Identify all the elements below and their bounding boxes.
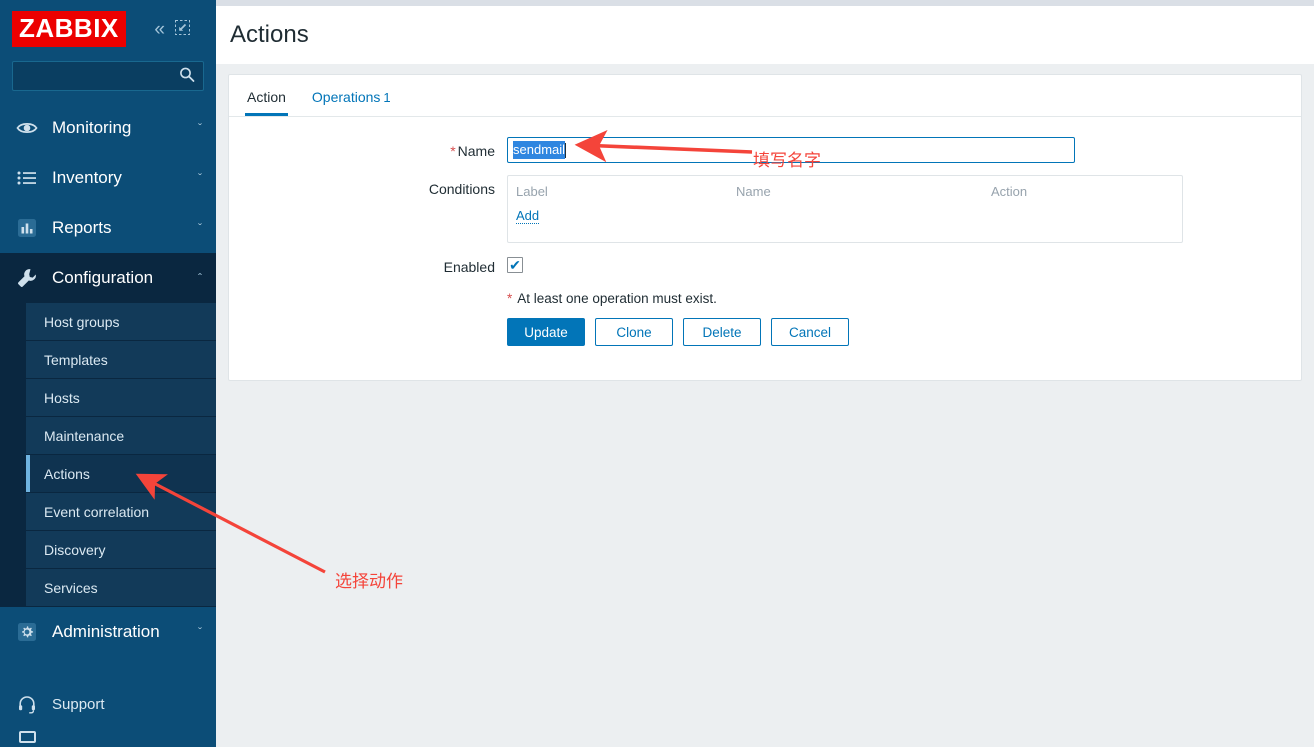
sidebar-item-inventory[interactable]: Inventory ˇ [0,153,216,203]
tab-count-badge: 1 [383,90,391,105]
sidebar-subitem-label: Discovery [44,541,106,558]
wrench-icon [14,267,40,289]
sidebar-item-label: Support [52,695,105,713]
sidebar-subitem-label: Templates [44,351,108,368]
sidebar-item-partial[interactable] [0,727,216,747]
sidebar-item-actions[interactable]: Actions [26,455,216,493]
conditions-label: Conditions [229,175,507,197]
name-label: * Name [229,137,507,159]
conditions-table-header: Label Name Action [516,184,1174,207]
required-marker: * [450,143,456,159]
sidebar-item-maintenance[interactable]: Maintenance [26,417,216,455]
operation-required-note: * At least one operation must exist. [229,291,1301,306]
list-icon [14,167,40,189]
chevron-down-icon: ˇ [198,121,202,135]
conditions-add-row: Add [516,207,1174,225]
name-input[interactable]: sendmail [507,137,1075,163]
form-row-enabled: Enabled ✔ [229,257,1301,275]
sidebar-item-administration[interactable]: Administration ˇ [0,607,216,657]
note-text: At least one operation must exist. [517,291,717,306]
chevron-down-icon: ˇ [198,221,202,235]
conditions-label-text: Conditions [428,181,495,197]
headset-icon [14,694,40,714]
search-box[interactable] [12,61,216,91]
sidebar-subitem-label: Host groups [44,313,120,330]
checkmark-icon: ✔ [509,257,521,273]
chevron-double-left-icon[interactable]: « [154,20,165,39]
column-header-label: Label [516,184,548,199]
update-button[interactable]: Update [507,318,585,346]
gear-icon [14,621,40,643]
main-content: Actions Action Operations 1 * Name sendm… [216,0,1314,747]
page-header: Actions [216,6,1314,64]
action-form-card: Action Operations 1 * Name sendmail Cond… [228,74,1302,381]
sidebar-subitem-label: Services [44,579,98,596]
sidebar-subitem-label: Event correlation [44,503,150,520]
zabbix-app: ZABBIX « Monitoring ˇ Inventory ˇ Report… [0,0,1314,747]
tab-label: Operations [311,89,381,105]
page-title: Actions [230,21,309,48]
sidebar-item-discovery[interactable]: Discovery [26,531,216,569]
sidebar-item-configuration[interactable]: Configuration ˆ [0,253,216,303]
chevron-down-icon: ˇ [198,171,202,185]
sidebar-item-event-correlation[interactable]: Event correlation [26,493,216,531]
sidebar-submenu-configuration: Host groups Templates Hosts Maintenance … [0,303,216,607]
sidebar-item-hosts[interactable]: Hosts [26,379,216,417]
form-tabs: Action Operations 1 [229,75,1301,117]
enabled-label: Enabled [229,257,507,275]
cancel-button[interactable]: Cancel [771,318,849,346]
sidebar-top: ZABBIX « [0,0,216,58]
sidebar-item-templates[interactable]: Templates [26,341,216,379]
sidebar-subitem-label: Actions [44,465,90,482]
sidebar-top-icons: « [154,20,204,39]
sidebar-item-label: Administration [52,622,160,641]
chevron-up-icon: ˆ [198,271,202,285]
zabbix-logo: ZABBIX [12,11,126,47]
sidebar-search-wrap [0,58,216,103]
eye-icon [14,117,40,139]
expand-icon[interactable] [175,20,190,38]
sidebar: ZABBIX « Monitoring ˇ Inventory ˇ Report… [0,0,216,747]
partial-icon [19,731,36,743]
clone-button[interactable]: Clone [595,318,673,346]
form-button-row: Update Clone Delete Cancel [229,318,1301,346]
sidebar-subitem-label: Maintenance [44,427,125,444]
sidebar-item-monitoring[interactable]: Monitoring ˇ [0,103,216,153]
add-condition-link[interactable]: Add [516,208,540,224]
sidebar-item-host-groups[interactable]: Host groups [26,303,216,341]
enabled-label-text: Enabled [443,259,495,275]
tab-label: Action [247,89,286,105]
name-input-value: sendmail [513,141,566,159]
chevron-down-icon: ˇ [198,625,202,639]
sidebar-item-services[interactable]: Services [26,569,216,607]
column-header-action: Action [991,184,1028,199]
form-body: * Name sendmail Conditions Label Name Ac… [229,117,1301,368]
sidebar-item-label: Reports [52,218,112,237]
column-header-name: Name [736,184,771,199]
required-marker: * [507,291,513,306]
sidebar-item-label: Monitoring [52,118,132,137]
bar-chart-icon [14,217,40,239]
delete-button[interactable]: Delete [683,318,761,346]
name-label-text: Name [457,143,495,159]
text-caret [565,142,567,158]
sidebar-item-label: Inventory [52,168,122,187]
form-row-name: * Name sendmail [229,137,1301,163]
sidebar-nav: Monitoring ˇ Inventory ˇ Reports ˇ Confi… [0,103,216,747]
search-input[interactable] [13,62,216,90]
tab-operations[interactable]: Operations 1 [310,89,393,116]
sidebar-bottom: Support [0,657,216,747]
tab-action[interactable]: Action [245,89,288,116]
sidebar-item-label: Configuration [52,268,154,287]
form-row-conditions: Conditions Label Name Action Add [229,175,1301,243]
sidebar-item-reports[interactable]: Reports ˇ [0,203,216,253]
content-area: Action Operations 1 * Name sendmail Cond… [216,64,1314,381]
enabled-checkbox[interactable]: ✔ [507,257,523,273]
sidebar-subitem-label: Hosts [44,389,80,406]
conditions-table: Label Name Action Add [507,175,1183,243]
sidebar-item-support[interactable]: Support [0,681,216,727]
